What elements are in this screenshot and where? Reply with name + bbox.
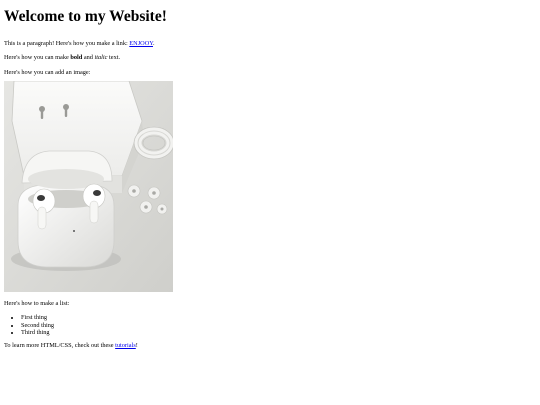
learn-more-prefix: To learn more HTML/CSS, check out these [4, 341, 116, 349]
list-intro-paragraph: Here's how to make a list: [4, 300, 70, 307]
learn-more-paragraph: To learn more HTML/CSS, check out these … [4, 342, 536, 350]
thing-list: First thing Second thing Third thing [4, 314, 536, 337]
bold-text: bold [70, 54, 83, 61]
formatting-middle: and [82, 54, 95, 61]
formatting-paragraph: Here's how you can make bold and italic … [4, 54, 536, 62]
list-item: First thing [21, 314, 536, 322]
intro-paragraph: This is a paragraph! Here's how you make… [4, 40, 536, 48]
image-intro-paragraph: Here's how you can add an image: [4, 69, 91, 76]
formatting-prefix: Here's how you can make [4, 54, 71, 61]
earbuds-photo-graphic [4, 81, 173, 292]
intro-suffix: . [152, 40, 155, 47]
learn-more-suffix: ! [135, 341, 138, 349]
page-title: Welcome to my Website! [4, 8, 167, 25]
earbuds-photo [4, 81, 173, 292]
tutorials-link[interactable]: tutorials [115, 342, 136, 349]
list-item: Second thing [21, 322, 536, 330]
list-item: Third thing [21, 329, 536, 337]
italic-text: italic [94, 54, 108, 61]
enjooy-link[interactable]: ENJOOY [129, 40, 153, 47]
intro-text: This is a paragraph! Here's how you make… [4, 40, 130, 47]
formatting-suffix: text. [107, 54, 121, 61]
page-content: Welcome to my Website! This is a paragra… [0, 0, 540, 350]
